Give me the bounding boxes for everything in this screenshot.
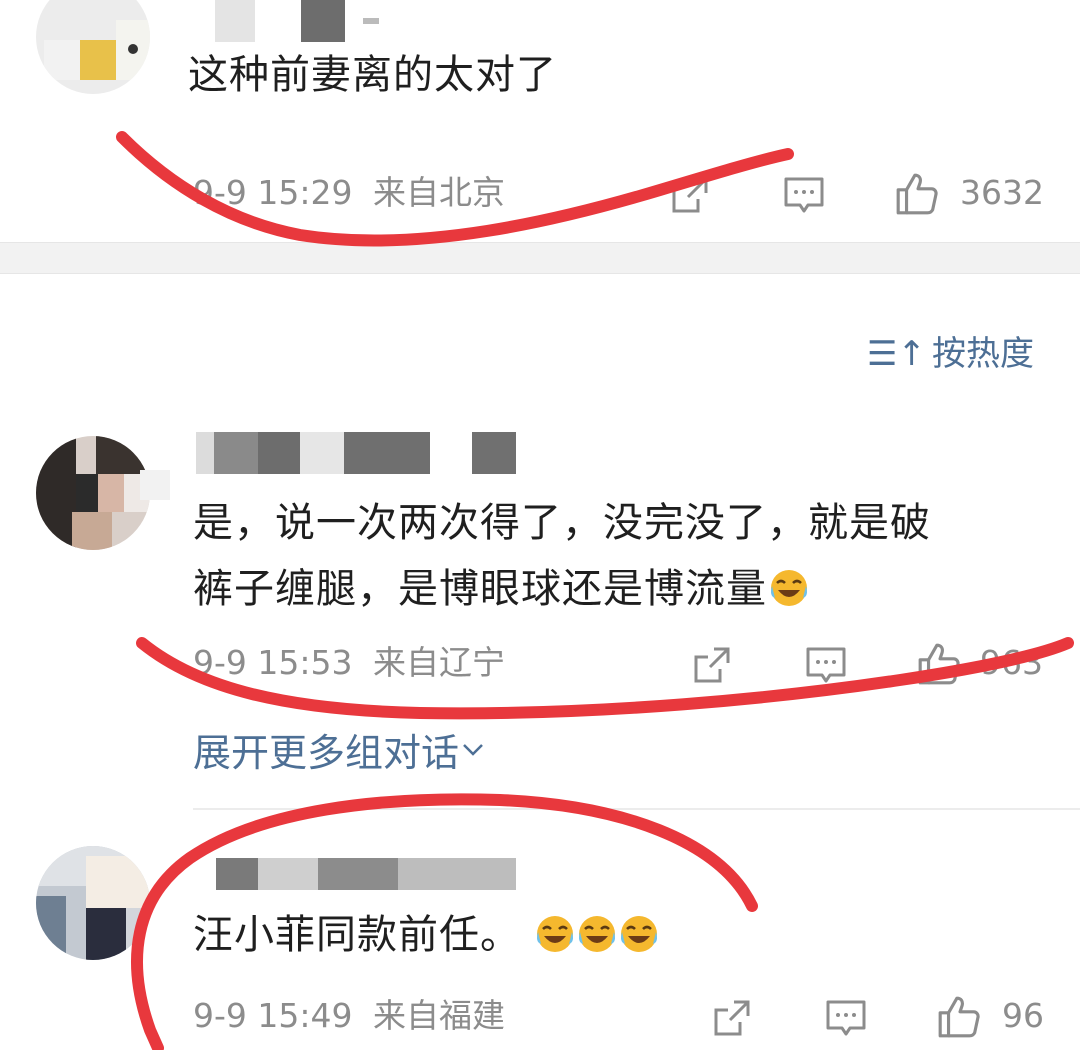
share-icon[interactable] [668, 173, 712, 217]
thumbs-up-icon[interactable] [916, 641, 962, 687]
comment-text-line: 是，说一次两次得了，没完没了，就是破 [193, 500, 931, 546]
username-blurred[interactable] [216, 858, 516, 890]
like-count: 96 [1002, 996, 1044, 1035]
comment-time: 9-9 15:29 [193, 173, 353, 212]
comment-icon[interactable] [824, 996, 868, 1040]
thumbs-up-icon[interactable] [936, 994, 982, 1040]
expand-more-conversations-link[interactable]: 展开更多组对话 [193, 725, 485, 777]
comment-meta: 9-9 15:53 来自辽宁 [193, 643, 505, 683]
like-count: 963 [980, 643, 1043, 682]
chevron-down-icon [461, 725, 485, 756]
expand-label: 展开更多组对话 [193, 731, 460, 775]
comment-text: 这种前妻离的太对了 [188, 52, 557, 98]
share-icon[interactable] [710, 996, 754, 1040]
comment-meta: 9-9 15:49 来自福建 [193, 996, 505, 1036]
comment-time: 9-9 15:53 [193, 643, 353, 682]
laugh-cry-emoji-icon [535, 908, 575, 952]
sort-icon: ☰↑ [867, 334, 926, 374]
laugh-cry-emoji-icon [769, 562, 809, 606]
comment-location: 来自福建 [373, 996, 505, 1035]
avatar[interactable] [36, 0, 150, 94]
sort-toggle[interactable]: ☰↑ 按热度 [867, 332, 1034, 376]
username-blurred[interactable] [215, 0, 385, 42]
username-blurred[interactable] [196, 432, 516, 474]
comment-time: 9-9 15:49 [193, 996, 353, 1035]
laugh-cry-emoji-icon [577, 908, 617, 952]
comment-text: 汪小菲同款前任。 [193, 902, 659, 968]
comment-location: 来自辽宁 [373, 643, 505, 682]
laugh-cry-emoji-icon [619, 908, 659, 952]
avatar[interactable] [36, 846, 150, 960]
like-count: 3632 [960, 173, 1044, 212]
avatar[interactable] [36, 436, 150, 550]
share-icon[interactable] [690, 643, 734, 687]
sort-label: 按热度 [932, 334, 1034, 374]
comment-location: 来自北京 [373, 173, 505, 212]
comment-icon[interactable] [804, 643, 848, 687]
comment-icon[interactable] [782, 173, 826, 217]
comment-meta: 9-9 15:29 来自北京 [193, 173, 505, 213]
comment-separator [193, 808, 1080, 810]
comment-text-line: 裤子缠腿，是博眼球还是博流量 [193, 556, 931, 622]
thumbs-up-icon[interactable] [894, 171, 940, 217]
section-divider [0, 242, 1080, 274]
comment-text: 是，说一次两次得了，没完没了，就是破 裤子缠腿，是博眼球还是博流量 [193, 490, 931, 622]
